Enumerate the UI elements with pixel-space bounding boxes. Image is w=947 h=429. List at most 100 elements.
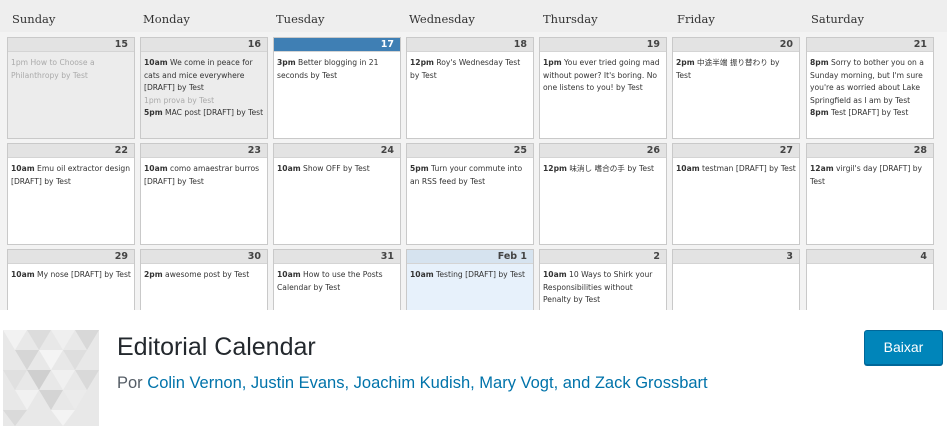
- post-time: 10am: [144, 164, 168, 173]
- post-list: 8pm Sorry to bother you on a Sunday morn…: [807, 52, 933, 120]
- calendar-day-cell[interactable]: 18 12pm Roy's Wednesday Test by Test: [406, 37, 534, 139]
- post-list: 10am Testing [DRAFT] by Test: [407, 264, 533, 282]
- calendar-day-cell[interactable]: 17 3pm Better blogging in 21 seconds by T…: [273, 37, 401, 139]
- post-list: 12pm 味消し 嗜合の手 by Test: [540, 158, 666, 176]
- calendar-day-cell[interactable]: 2 10am 10 Ways to Shirk your Responsibili…: [539, 249, 667, 310]
- post-time: 10am: [543, 270, 567, 279]
- post-time: 2pm: [676, 58, 695, 67]
- post-time: 2pm: [144, 270, 163, 279]
- post-title: 味消し 嗜合の手 by Test: [566, 164, 654, 173]
- calendar-day-cell[interactable]: 4: [806, 249, 934, 310]
- day-number: 18: [407, 38, 533, 52]
- byline-prefix: Por: [117, 374, 143, 392]
- post-list: 12am virgil's day [DRAFT] by Test: [807, 158, 933, 188]
- post-time: 5pm: [410, 164, 429, 173]
- calendar-post[interactable]: 5pm MAC post [DRAFT] by Test: [144, 107, 264, 120]
- post-title: Test [DRAFT] by Test: [828, 108, 909, 118]
- post-list: 10am 10 Ways to Shirk your Responsibilit…: [540, 264, 666, 307]
- calendar-post[interactable]: 5pm Turn your commute into an RSS feed b…: [410, 163, 530, 188]
- calendar-post[interactable]: 2pm 中途半端 振り替わり by Test: [676, 57, 796, 82]
- day-number: 25: [407, 144, 533, 158]
- calendar-day-cell[interactable]: 25 5pm Turn your commute into an RSS feed…: [406, 143, 534, 245]
- post-list: 10am Show OFF by Test: [274, 158, 400, 176]
- post-list: 3pm Better blogging in 21 seconds by Tes…: [274, 52, 400, 82]
- day-number: 28: [807, 144, 933, 158]
- post-time: 1pm: [543, 58, 562, 67]
- post-time: 12pm: [410, 58, 434, 67]
- calendar-post[interactable]: 10am Testing [DRAFT] by Test: [410, 269, 530, 282]
- day-number: 27: [673, 144, 799, 158]
- calendar-post[interactable]: 10am My nose [DRAFT] by Test: [11, 269, 131, 282]
- calendar-post[interactable]: 12pm 味消し 嗜合の手 by Test: [543, 163, 663, 176]
- calendar-post[interactable]: 10am como amaestrar burros [DRAFT] by Te…: [144, 163, 264, 188]
- calendar-day-cell[interactable]: 30 2pm awesome post by Test: [140, 249, 268, 310]
- calendar-day-cell[interactable]: 24 10am Show OFF by Test: [273, 143, 401, 245]
- post-list: 5pm Turn your commute into an RSS feed b…: [407, 158, 533, 188]
- calendar-day-cell[interactable]: 23 10am como amaestrar burros [DRAFT] by …: [140, 143, 268, 245]
- post-title: MAC post [DRAFT] by Test: [162, 108, 264, 118]
- post-title: prova by Test: [161, 95, 215, 105]
- calendar-post[interactable]: 12pm Roy's Wednesday Test by Test: [410, 57, 530, 82]
- calendar-post[interactable]: 8pm Sorry to bother you on a Sunday morn…: [810, 57, 930, 107]
- calendar-post[interactable]: 1pm How to Choose a Philanthropy by Test: [11, 57, 131, 82]
- post-list: 2pm awesome post by Test: [141, 264, 267, 282]
- day-number: 23: [141, 144, 267, 158]
- day-number: 31: [274, 250, 400, 264]
- post-list: 10am testman [DRAFT] by Test: [673, 158, 799, 176]
- day-number: 17: [274, 38, 400, 52]
- calendar-day-cell[interactable]: 22 10am Emu oil extractor design [DRAFT] …: [7, 143, 135, 245]
- day-number: 19: [540, 38, 666, 52]
- calendar-day-cell[interactable]: Feb 1 10am Testing [DRAFT] by Test: [406, 249, 534, 310]
- post-time: 1pm: [144, 95, 162, 105]
- calendar-post[interactable]: 10am testman [DRAFT] by Test: [676, 163, 796, 176]
- plugin-icon: [3, 330, 99, 426]
- post-list: 1pm You ever tried going mad without pow…: [540, 52, 666, 95]
- post-list: 1pm How to Choose a Philanthropy by Test: [8, 52, 134, 82]
- calendar-day-cell[interactable]: 27 10am testman [DRAFT] by Test: [672, 143, 800, 245]
- day-number: 20: [673, 38, 799, 52]
- day-number: 3: [673, 250, 799, 264]
- download-button[interactable]: Baixar: [864, 330, 943, 365]
- day-number: Feb 1: [407, 250, 533, 264]
- day-number: 4: [807, 250, 933, 264]
- calendar-post[interactable]: 10am 10 Ways to Shirk your Responsibilit…: [543, 269, 663, 307]
- plugin-banner: Sunday Monday Tuesday Wednesday Thursday…: [0, 0, 947, 310]
- calendar-day-cell[interactable]: 31 10am How to use the Posts Calendar by …: [273, 249, 401, 310]
- calendar-post[interactable]: 2pm awesome post by Test: [144, 269, 264, 282]
- calendar-header: Sunday Monday Tuesday Wednesday Thursday…: [0, 0, 947, 32]
- calendar-post[interactable]: 10am How to use the Posts Calendar by Te…: [277, 269, 397, 294]
- calendar-post[interactable]: 1pm You ever tried going mad without pow…: [543, 57, 663, 95]
- day-number: 15: [8, 38, 134, 52]
- calendar-day-cell[interactable]: 20 2pm 中途半端 振り替わり by Test: [672, 37, 800, 139]
- day-number: 24: [274, 144, 400, 158]
- calendar-day-cell[interactable]: 29 10am My nose [DRAFT] by Test: [7, 249, 135, 310]
- calendar-day-cell[interactable]: 26 12pm 味消し 嗜合の手 by Test: [539, 143, 667, 245]
- plugin-byline: Por Colin Vernon, Justin Evans, Joachim …: [117, 374, 708, 393]
- calendar-day-cell[interactable]: 19 1pm You ever tried going mad without p…: [539, 37, 667, 139]
- day-number: 16: [141, 38, 267, 52]
- plugin-authors-link[interactable]: Colin Vernon, Justin Evans, Joachim Kudi…: [147, 374, 707, 392]
- calendar-day-cell[interactable]: 21 8pm Sorry to bother you on a Sunday mo…: [806, 37, 934, 139]
- calendar-day-cell[interactable]: 3: [672, 249, 800, 310]
- day-number: 2: [540, 250, 666, 264]
- post-time: 5pm: [144, 108, 163, 118]
- calendar-day-cell[interactable]: 15 1pm How to Choose a Philanthropy by Te…: [7, 37, 135, 139]
- calendar-post[interactable]: 3pm Better blogging in 21 seconds by Tes…: [277, 57, 397, 82]
- post-time: 8pm: [810, 108, 829, 118]
- calendar-day-cell[interactable]: 28 12am virgil's day [DRAFT] by Test: [806, 143, 934, 245]
- plugin-title: Editorial Calendar: [117, 333, 316, 361]
- day-number: 29: [8, 250, 134, 264]
- post-list: [673, 264, 799, 269]
- post-time: 10am: [277, 164, 301, 173]
- calendar-post[interactable]: 1pm prova by Test: [144, 95, 264, 108]
- post-time: 10am: [11, 270, 35, 279]
- calendar-post[interactable]: 10am We come in peace for cats and mice …: [144, 57, 264, 95]
- calendar-post[interactable]: 10am Emu oil extractor design [DRAFT] by…: [11, 163, 131, 188]
- day-name-wednesday: Wednesday: [409, 12, 475, 26]
- calendar-post[interactable]: 12am virgil's day [DRAFT] by Test: [810, 163, 930, 188]
- day-name-monday: Monday: [143, 12, 190, 26]
- day-number: 30: [141, 250, 267, 264]
- calendar-post[interactable]: 10am Show OFF by Test: [277, 163, 397, 176]
- calendar-post[interactable]: 8pm Test [DRAFT] by Test: [810, 107, 930, 120]
- calendar-day-cell[interactable]: 16 10am We come in peace for cats and mic…: [140, 37, 268, 139]
